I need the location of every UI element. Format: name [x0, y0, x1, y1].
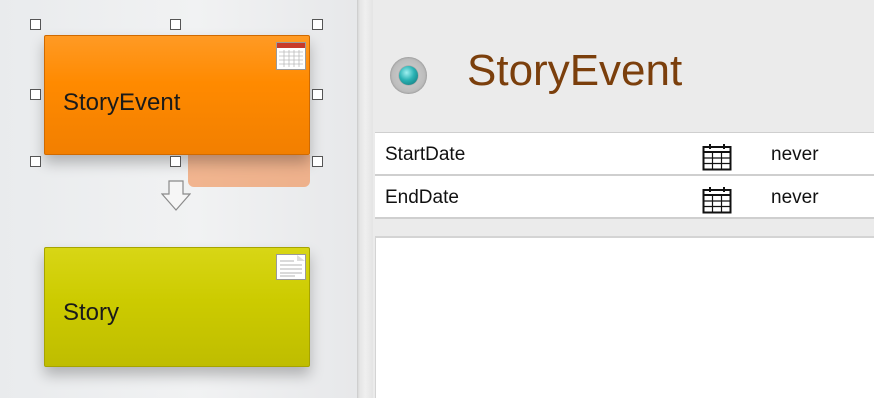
- node-storyevent[interactable]: StoryEvent: [44, 35, 310, 155]
- attribute-name[interactable]: EndDate: [385, 187, 459, 209]
- entity-header: StoryEvent: [373, 0, 874, 132]
- node-label: StoryEvent: [63, 89, 181, 116]
- entity-title: StoryEvent: [467, 46, 683, 95]
- drag-ghost: [188, 155, 310, 187]
- resize-handle-nw[interactable]: [30, 19, 41, 30]
- node-label: Story: [63, 299, 120, 326]
- resize-handle-e[interactable]: [312, 89, 323, 100]
- resize-handle-sw[interactable]: [30, 156, 41, 167]
- calendar-icon: [276, 42, 306, 70]
- calendar-icon[interactable]: [702, 143, 732, 176]
- resize-handle-se[interactable]: [312, 156, 323, 167]
- splitter[interactable]: [357, 0, 373, 398]
- status-dot-icon: [390, 57, 427, 94]
- document-icon: [276, 254, 306, 280]
- attribute-name[interactable]: StartDate: [385, 144, 465, 166]
- properties-panel: StoryEvent StartDate never EndDate never: [373, 0, 874, 398]
- attribute-row[interactable]: EndDate never: [375, 176, 874, 219]
- diagram-canvas[interactable]: StoryEvent Story: [0, 0, 357, 398]
- attributes-table: StartDate never EndDate never: [375, 132, 874, 219]
- resize-handle-ne[interactable]: [312, 19, 323, 30]
- down-arrow-icon: [161, 180, 191, 211]
- attribute-row[interactable]: StartDate never: [375, 133, 874, 176]
- attribute-value[interactable]: never: [771, 144, 819, 166]
- resize-handle-w[interactable]: [30, 89, 41, 100]
- empty-attributes-area[interactable]: [375, 236, 874, 398]
- resize-handle-n[interactable]: [170, 19, 181, 30]
- calendar-icon[interactable]: [702, 186, 732, 219]
- resize-handle-s[interactable]: [170, 156, 181, 167]
- node-story[interactable]: Story: [44, 247, 310, 367]
- attribute-value[interactable]: never: [771, 187, 819, 209]
